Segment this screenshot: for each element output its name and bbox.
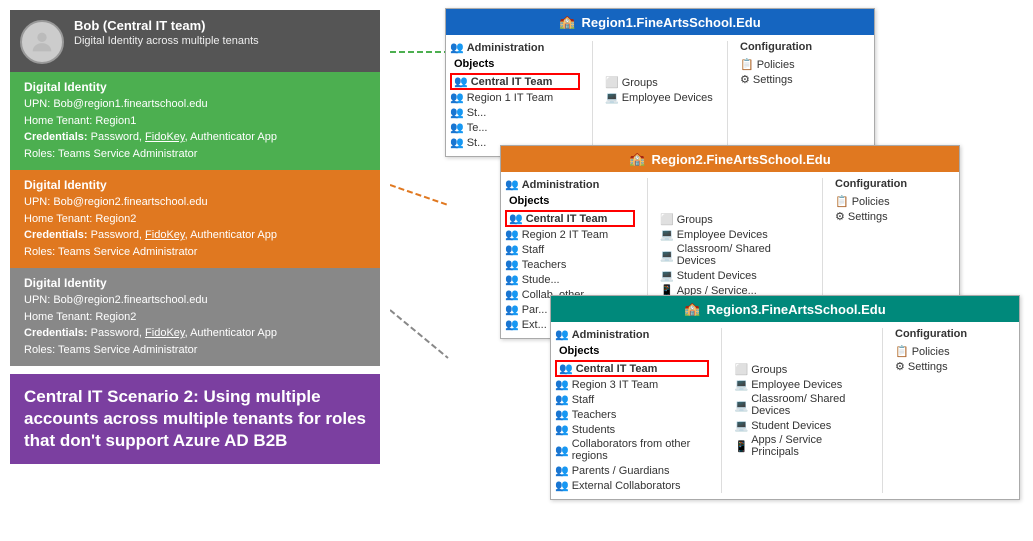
region3-mid: ⬜ Groups 💻 Employee Devices 💻 Classroom/… <box>734 328 870 493</box>
bob-name: Bob (Central IT team) <box>74 18 259 33</box>
region1-region-it: 👥 Region 1 IT Team <box>450 90 580 105</box>
home-tenant-1: Home Tenant: Region1 <box>24 113 370 130</box>
region1-policies: 📋 Policies <box>740 57 860 72</box>
region1-central-it-label: Central IT Team <box>471 76 553 88</box>
roles-3: Roles: Teams Service Administrator <box>24 342 370 359</box>
region3-emp-devices: 💻 Employee Devices <box>734 377 870 392</box>
region2-config-header: Configuration <box>835 178 955 190</box>
right-panel: 🏫 Region1.FineArtsSchool.Edu 👥 Administr… <box>390 0 1033 541</box>
region3-content: 👥 Administration Objects 👥 Central IT Te… <box>551 322 1019 499</box>
region3-students: 👥 Students <box>555 422 709 437</box>
region3-external: 👥 External Collaborators <box>555 478 709 493</box>
region3-settings: ⚙ Settings <box>895 359 1015 374</box>
region3-divider2 <box>882 328 883 493</box>
region1-staff: 👥 St... <box>450 105 580 120</box>
region3-collab-label: Collaborators from other regions <box>572 438 710 462</box>
region3-icon: 🏫 <box>684 301 700 317</box>
identity-label-1: Digital Identity <box>24 80 370 94</box>
region1-icon: 🏫 <box>559 14 575 30</box>
bob-header: Bob (Central IT team) Digital Identity a… <box>10 10 380 72</box>
region3-region-it: 👥 Region 3 IT Team <box>555 377 709 392</box>
region1-box: 🏫 Region1.FineArtsSchool.Edu 👥 Administr… <box>445 8 875 157</box>
upn-1: UPN: Bob@region1.fineartschool.edu <box>24 96 370 113</box>
home-tenant-3: Home Tenant: Region2 <box>24 309 370 326</box>
region1-header: 🏫 Region1.FineArtsSchool.Edu <box>446 9 874 35</box>
region2-region-it: 👥 Region 2 IT Team <box>505 227 635 242</box>
region1-central-it: 👥 Central IT Team <box>450 73 580 90</box>
region1-content: 👥 Administration Objects 👥 Central IT Te… <box>446 35 874 156</box>
region1-divider1 <box>592 41 593 150</box>
region1-config-header: Configuration <box>740 41 860 53</box>
region1-objects-label: Objects <box>454 58 580 70</box>
region3-objects: 👥 Administration Objects 👥 Central IT Te… <box>555 328 709 493</box>
region1-divider2 <box>727 41 728 150</box>
region2-header: 🏫 Region2.FineArtsSchool.Edu <box>501 146 959 172</box>
roles-1: Roles: Teams Service Administrator <box>24 146 370 163</box>
region1-groups: ⬜ Groups <box>605 75 715 90</box>
identity-label-3: Digital Identity <box>24 276 370 290</box>
credentials-1: Credentials: Password, FidoKey, Authenti… <box>24 129 370 146</box>
region3-region-it-label: Region 3 IT Team <box>572 379 658 391</box>
region1-admin-header: 👥 Administration <box>450 41 580 54</box>
region2-title: Region2.FineArtsSchool.Edu <box>652 152 831 167</box>
region2-central-it: 👥 Central IT Team <box>505 210 635 227</box>
region1-mid: ⬜ Groups 💻 Employee Devices <box>605 41 715 150</box>
region2-groups: ⬜ Groups <box>660 212 810 227</box>
region3-collab: 👥 Collaborators from other regions <box>555 437 709 463</box>
region3-parents: 👥 Parents / Guardians <box>555 463 709 478</box>
region3-config: Configuration 📋 Policies ⚙ Settings <box>895 328 1015 493</box>
region3-policies: 📋 Policies <box>895 344 1015 359</box>
region2-region-it-label: Region 2 IT Team <box>522 229 608 241</box>
region2-icon: 🏫 <box>629 151 645 167</box>
upn-3: UPN: Bob@region2.fineartschool.edu <box>24 292 370 309</box>
region3-staff: 👥 Staff <box>555 392 709 407</box>
region3-student-devices: 💻 Student Devices <box>734 418 870 433</box>
region2-settings: ⚙ Settings <box>835 209 955 224</box>
region2-students: 👥 Stude... <box>505 272 635 287</box>
identity-block-region1: Digital Identity UPN: Bob@region1.finear… <box>10 72 380 170</box>
region3-header: 🏫 Region3.FineArtsSchool.Edu <box>551 296 1019 322</box>
roles-2: Roles: Teams Service Administrator <box>24 244 370 261</box>
home-tenant-2: Home Tenant: Region2 <box>24 211 370 228</box>
region1-objects: 👥 Administration Objects 👥 Central IT Te… <box>450 41 580 150</box>
region3-central-it: 👥 Central IT Team <box>555 360 709 377</box>
main-container: Bob (Central IT team) Digital Identity a… <box>0 0 1033 541</box>
region3-apps: 📱 Apps / Service Principals <box>734 433 870 459</box>
avatar <box>20 20 64 64</box>
region3-groups: ⬜ Groups <box>734 362 870 377</box>
region3-classroom-devices: 💻 Classroom/ Shared Devices <box>734 392 870 418</box>
bob-subtitle: Digital Identity across multiple tenants <box>74 35 259 47</box>
region1-region-it-label: Region 1 IT Team <box>467 92 553 104</box>
region3-objects-label: Objects <box>559 345 709 357</box>
region2-policies: 📋 Policies <box>835 194 955 209</box>
region3-divider1 <box>721 328 722 493</box>
region2-teachers: 👥 Teachers <box>505 257 635 272</box>
region1-config: Configuration 📋 Policies ⚙ Settings <box>740 41 860 150</box>
region2-student-devices: 💻 Student Devices <box>660 268 810 283</box>
identity-block-region2: Digital Identity UPN: Bob@region2.finear… <box>10 170 380 268</box>
region1-title: Region1.FineArtsSchool.Edu <box>582 15 761 30</box>
credentials-3: Credentials: Password, FidoKey, Authenti… <box>24 325 370 342</box>
region3-teachers: 👥 Teachers <box>555 407 709 422</box>
region2-objects-label: Objects <box>509 195 635 207</box>
region2-admin-header: 👥 Administration <box>505 178 635 191</box>
upn-2: UPN: Bob@region2.fineartschool.edu <box>24 194 370 211</box>
scenario-caption: Central IT Scenario 2: Using multiple ac… <box>10 374 380 464</box>
region2-central-it-label: Central IT Team <box>526 213 608 225</box>
region2-staff: 👥 Staff <box>505 242 635 257</box>
identity-block-region3: Digital Identity UPN: Bob@region2.finear… <box>10 268 380 366</box>
identity-label-2: Digital Identity <box>24 178 370 192</box>
region1-teachers: 👥 Te... <box>450 120 580 135</box>
region2-classroom-devices: 💻 Classroom/ Shared Devices <box>660 242 810 268</box>
region3-central-it-label: Central IT Team <box>576 363 658 375</box>
region1-emp-devices: 💻 Employee Devices <box>605 90 715 105</box>
region2-emp-devices: 💻 Employee Devices <box>660 227 810 242</box>
region3-admin-header: 👥 Administration <box>555 328 709 341</box>
region1-settings: ⚙ Settings <box>740 72 860 87</box>
region3-box: 🏫 Region3.FineArtsSchool.Edu 👥 Administr… <box>550 295 1020 500</box>
credentials-2: Credentials: Password, FidoKey, Authenti… <box>24 227 370 244</box>
left-panel: Bob (Central IT team) Digital Identity a… <box>0 0 390 541</box>
region3-config-header: Configuration <box>895 328 1015 340</box>
region3-title: Region3.FineArtsSchool.Edu <box>707 302 886 317</box>
